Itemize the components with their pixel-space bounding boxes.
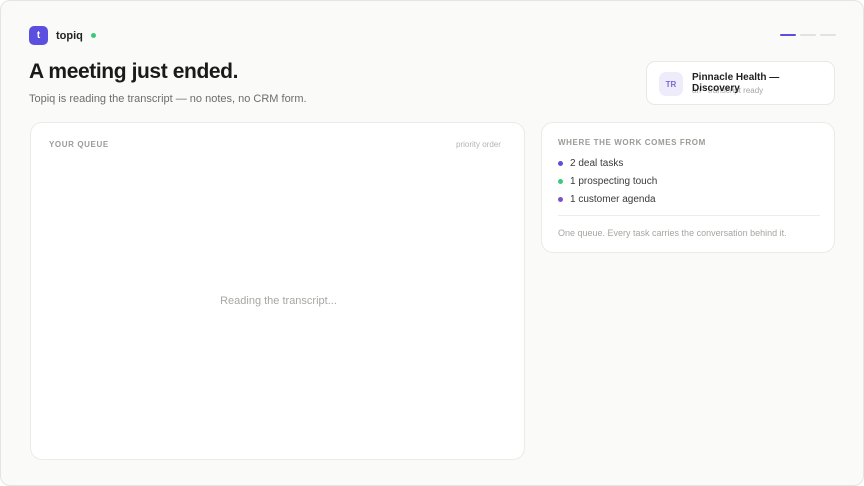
divider bbox=[558, 215, 820, 216]
avatar: TR bbox=[659, 72, 683, 96]
bullet-dot-icon bbox=[558, 179, 563, 184]
sources-title: WHERE THE WORK COMES FROM bbox=[558, 138, 706, 147]
topiq-logo-icon: t bbox=[29, 26, 48, 45]
meeting-name: Pinnacle Health — Discovery bbox=[692, 72, 780, 94]
step-indicator-3 bbox=[820, 34, 836, 36]
source-label: 1 prospecting touch bbox=[570, 176, 658, 187]
status-indicator bbox=[90, 33, 96, 38]
step-indicator-1 bbox=[780, 34, 796, 36]
queue-title: YOUR QUEUE bbox=[49, 140, 109, 149]
page-subtitle: Topiq is reading the transcript — no not… bbox=[29, 93, 307, 105]
queue-sort-label: priority order bbox=[456, 140, 501, 149]
meeting-card[interactable]: TR an · transcript ready Pinnacle Health… bbox=[646, 61, 835, 105]
source-item-customer-agenda: 1 customer agenda bbox=[558, 194, 656, 205]
source-item-prospecting: 1 prospecting touch bbox=[558, 176, 657, 187]
app-name: topiq bbox=[56, 29, 83, 42]
progress-stepper bbox=[780, 34, 840, 36]
page-title: A meeting just ended. bbox=[29, 60, 239, 83]
bullet-dot-icon bbox=[558, 161, 563, 166]
source-item-deal-tasks: 2 deal tasks bbox=[558, 158, 623, 169]
brand: t topiq bbox=[29, 26, 96, 45]
app-window: t topiq A meeting just ended. Topiq is r… bbox=[0, 0, 864, 486]
step-indicator-2 bbox=[800, 34, 816, 36]
source-label: 1 customer agenda bbox=[570, 194, 656, 205]
sources-panel: WHERE THE WORK COMES FROM 2 deal tasks 1… bbox=[541, 122, 835, 253]
queue-loading-text: Reading the transcript... bbox=[220, 295, 337, 307]
sources-footer: One queue. Every task carries the conver… bbox=[558, 228, 787, 238]
bullet-dot-icon bbox=[558, 197, 563, 202]
source-label: 2 deal tasks bbox=[570, 158, 624, 169]
queue-panel: YOUR QUEUE priority order Reading the tr… bbox=[30, 122, 525, 460]
